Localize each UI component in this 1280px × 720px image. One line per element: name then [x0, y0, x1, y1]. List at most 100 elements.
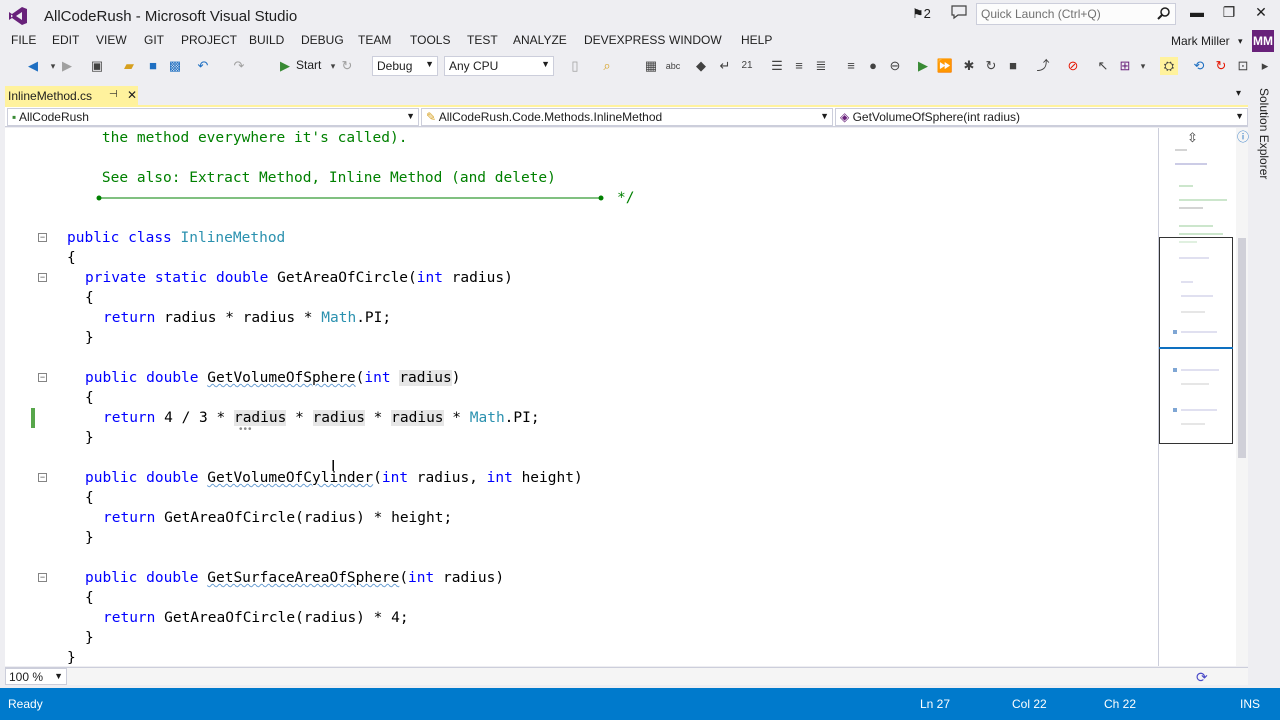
settings-icon[interactable]: ⊡: [1234, 57, 1252, 75]
menu-edit[interactable]: EDIT: [52, 33, 79, 47]
close-button[interactable]: ✕: [1246, 4, 1276, 26]
menu-debug[interactable]: DEBUG: [301, 33, 344, 47]
type-select[interactable]: ✎ AllCodeRush.Code.Methods.InlineMethod …: [421, 108, 833, 126]
open-file-icon[interactable]: ▰: [120, 57, 138, 75]
configuration-select[interactable]: Debug ▼: [372, 56, 438, 76]
menu-devexpress[interactable]: DEVEXPRESS: [584, 33, 665, 47]
horizontal-scrollbar[interactable]: [5, 667, 1248, 685]
notifications-button[interactable]: ⚑2: [912, 6, 931, 22]
collapse-icon[interactable]: −: [38, 233, 47, 242]
menu-tools[interactable]: TOOLS: [410, 33, 450, 47]
chevron-down-icon: ▼: [406, 111, 415, 121]
outdent-icon[interactable]: ≡: [790, 57, 808, 75]
user-name[interactable]: Mark Miller: [1171, 34, 1230, 48]
line-number-icon[interactable]: 21: [738, 57, 756, 75]
back-icon[interactable]: ◀: [24, 57, 42, 75]
menu-window[interactable]: WINDOW: [669, 33, 722, 47]
no-entry-icon[interactable]: ⊘: [1064, 57, 1082, 75]
tab-overflow-icon[interactable]: ▾: [1236, 88, 1241, 99]
spelling-icon[interactable]: abc: [664, 57, 682, 75]
menu-test[interactable]: TEST: [467, 33, 498, 47]
minimap-viewport[interactable]: [1159, 237, 1233, 444]
project-select[interactable]: ▪ AllCodeRush ▼: [7, 108, 419, 126]
indent-icon[interactable]: ≣: [812, 57, 830, 75]
collapse-icon[interactable]: −: [38, 573, 47, 582]
restore-button[interactable]: ❐: [1214, 4, 1244, 26]
collapse-icon[interactable]: −: [38, 373, 47, 382]
new-project-icon[interactable]: ▣: [88, 57, 106, 75]
window-title: AllCodeRush - Microsoft Visual Studio: [44, 8, 298, 25]
start-button[interactable]: Start: [296, 58, 321, 72]
refresh-icon[interactable]: ↻: [338, 57, 356, 75]
step-icon[interactable]: ⤴: [1034, 57, 1052, 75]
platform-select[interactable]: Any CPU ▼: [444, 56, 554, 76]
quick-launch-input[interactable]: Quick Launch (Ctrl+Q): [976, 3, 1176, 25]
stop-icon[interactable]: ■: [1004, 57, 1022, 75]
status-insert-mode: INS: [1240, 697, 1261, 711]
code-editor[interactable]: the method everywhere it's called). See …: [5, 128, 1158, 666]
save-all-icon[interactable]: ▩: [166, 57, 184, 75]
sync-icon[interactable]: ⟲: [1190, 57, 1208, 75]
coderush-icon[interactable]: ⛭: [1160, 57, 1178, 75]
find-in-files-icon[interactable]: ⌕: [598, 57, 616, 75]
menu-team[interactable]: TEAM: [358, 33, 391, 47]
speech-icon[interactable]: ●: [864, 57, 882, 75]
menu-build[interactable]: BUILD: [249, 33, 284, 47]
uncomment-icon[interactable]: ⊖: [886, 57, 904, 75]
split-icon[interactable]: ⇳: [1187, 130, 1198, 146]
overflow-icon[interactable]: ▸: [1256, 57, 1274, 75]
menu-git[interactable]: GIT: [144, 33, 164, 47]
pin-icon[interactable]: ⊣: [109, 89, 118, 100]
close-icon[interactable]: ✕: [127, 88, 137, 102]
calculator-icon[interactable]: ▦: [642, 57, 660, 75]
member-select[interactable]: ◈ GetVolumeOfSphere(int radius) ▼: [835, 108, 1248, 126]
select-dropdown-icon[interactable]: ▾: [1134, 57, 1152, 75]
start-icon[interactable]: ▶: [276, 57, 294, 75]
collapse-icon[interactable]: −: [38, 473, 47, 482]
solution-explorer-tab[interactable]: Solution Explorer: [1257, 88, 1271, 179]
feedback-icon[interactable]: [950, 4, 968, 20]
wrap-icon[interactable]: ↵: [716, 57, 734, 75]
forward-icon[interactable]: ▶: [58, 57, 76, 75]
flag-icon: ⚑: [912, 6, 924, 21]
minimize-button[interactable]: ▬: [1182, 4, 1212, 26]
search-icon: [1157, 7, 1170, 20]
avatar[interactable]: MM: [1252, 30, 1274, 52]
restart-icon[interactable]: ↻: [982, 57, 1000, 75]
undo-icon[interactable]: ↶: [194, 57, 212, 75]
menu-project[interactable]: PROJECT: [181, 33, 237, 47]
debug-settings-icon[interactable]: ✱: [960, 57, 978, 75]
smart-tag-icon[interactable]: •••: [239, 424, 253, 435]
reload-icon[interactable]: ↻: [1212, 57, 1230, 75]
visual-studio-logo-icon: [9, 7, 27, 25]
collapse-icon[interactable]: −: [38, 273, 47, 282]
vertical-scrollbar[interactable]: ⓘ: [1236, 128, 1249, 666]
menu-view[interactable]: VIEW: [96, 33, 127, 47]
run-icon[interactable]: ▶: [914, 57, 932, 75]
pointer-icon[interactable]: ↖: [1094, 57, 1112, 75]
save-icon[interactable]: ■: [144, 57, 162, 75]
bookmark-icon[interactable]: ◆: [692, 57, 710, 75]
coderush-status-icon[interactable]: ⟳: [1196, 669, 1208, 686]
comment-divider: [96, 195, 604, 201]
method-get-volume-of-sphere: public double GetVolumeOfSphere(int radi…: [85, 370, 461, 386]
zoom-select[interactable]: 100 % ▼: [5, 668, 67, 685]
code-line: return GetAreaOfCircle(radius) * 4;: [103, 610, 409, 626]
code-line-current: return 4 / 3 * radius * radius * radius …: [103, 410, 540, 426]
title-bar: AllCodeRush - Microsoft Visual Studio ⚑2…: [0, 0, 1280, 30]
select-icon[interactable]: ⊞: [1116, 57, 1134, 75]
menu-analyze[interactable]: ANALYZE: [513, 33, 567, 47]
code-line: {: [85, 290, 94, 306]
attach-icon[interactable]: ▯: [566, 57, 584, 75]
scrollbar-thumb[interactable]: [1238, 238, 1246, 458]
redo-icon[interactable]: ↷: [230, 57, 248, 75]
standard-toolbar: ◀ ▾ ▶ ▣ ▰ ■ ▩ ↶ ↷ ▶ Start ▾ ↻ Debug ▼ Any…: [0, 53, 1280, 79]
user-dropdown-icon[interactable]: ▾: [1238, 36, 1243, 47]
comment-icon[interactable]: ≡: [842, 57, 860, 75]
tab-inline-method[interactable]: InlineMethod.cs ⊣ ✕: [5, 86, 138, 106]
menu-file[interactable]: FILE: [11, 33, 36, 47]
run-all-icon[interactable]: ⏩: [936, 57, 954, 75]
format-icon[interactable]: ☰: [768, 57, 786, 75]
menu-help[interactable]: HELP: [741, 33, 772, 47]
method-get-surface-area-of-sphere: public double GetSurfaceAreaOfSphere(int…: [85, 570, 505, 586]
